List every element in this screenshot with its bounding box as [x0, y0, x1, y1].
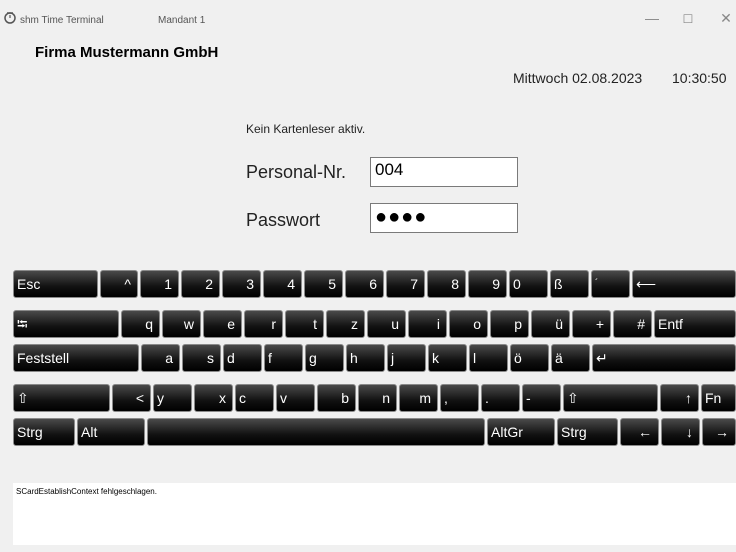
key-acute[interactable]: ´ — [591, 270, 630, 298]
key-ae[interactable]: ä — [551, 344, 590, 372]
message-area: SCardEstablishContext fehlgeschlagen. — [13, 483, 736, 545]
card-reader-status: Kein Kartenleser aktiv. — [246, 122, 366, 136]
key-space[interactable] — [147, 418, 485, 446]
key-shift-right[interactable]: ⇧ — [563, 384, 658, 412]
minimize-icon[interactable]: — — [642, 10, 662, 26]
key-4[interactable]: 4 — [263, 270, 302, 298]
key-a[interactable]: a — [141, 344, 180, 372]
key-up[interactable]: ↑ — [660, 384, 699, 412]
key-period[interactable]: . — [481, 384, 520, 412]
key-3[interactable]: 3 — [222, 270, 261, 298]
maximize-icon[interactable]: ☐ — [678, 12, 698, 26]
current-time: 10:30:50 — [672, 70, 727, 86]
key-capslock[interactable]: Feststell — [13, 344, 139, 372]
key-fn[interactable]: Fn — [701, 384, 736, 412]
key-entf[interactable]: Entf — [654, 310, 736, 338]
key-comma[interactable]: , — [440, 384, 479, 412]
key-enter[interactable]: ↵ — [592, 344, 736, 372]
key-alt[interactable]: Alt — [77, 418, 145, 446]
key-f[interactable]: f — [264, 344, 303, 372]
key-l[interactable]: l — [469, 344, 508, 372]
key-esc[interactable]: Esc — [13, 270, 98, 298]
key-left[interactable]: ← — [620, 418, 659, 446]
key-j[interactable]: j — [387, 344, 426, 372]
key-strg-right[interactable]: Strg — [557, 418, 618, 446]
title-bar: shm Time Terminal Mandant 1 — ☐ ✕ — [0, 0, 736, 40]
app-icon — [4, 12, 16, 24]
key-v[interactable]: v — [276, 384, 315, 412]
close-icon[interactable]: ✕ — [716, 10, 736, 27]
key-e[interactable]: e — [203, 310, 242, 338]
key-d[interactable]: d — [223, 344, 262, 372]
key-tab[interactable]: ⭾ — [13, 310, 119, 338]
key-1[interactable]: 1 — [140, 270, 179, 298]
personal-nr-input[interactable]: 004 — [370, 157, 518, 187]
key-h[interactable]: h — [346, 344, 385, 372]
key-q[interactable]: q — [121, 310, 160, 338]
key-i[interactable]: i — [408, 310, 447, 338]
key-oe[interactable]: ö — [510, 344, 549, 372]
key-6[interactable]: 6 — [345, 270, 384, 298]
key-less-than[interactable]: < — [112, 384, 151, 412]
key-8[interactable]: 8 — [427, 270, 466, 298]
mandant-label: Mandant 1 — [158, 15, 206, 26]
key-o[interactable]: o — [449, 310, 488, 338]
key-hash[interactable]: # — [613, 310, 652, 338]
key-shift-left[interactable]: ⇧ — [13, 384, 110, 412]
key-n[interactable]: n — [358, 384, 397, 412]
key-down[interactable]: ↓ — [661, 418, 700, 446]
key-0[interactable]: 0 — [509, 270, 548, 298]
key-9[interactable]: 9 — [468, 270, 507, 298]
key-2[interactable]: 2 — [181, 270, 220, 298]
key-altgr[interactable]: AltGr — [487, 418, 555, 446]
key-c[interactable]: c — [235, 384, 274, 412]
key-minus[interactable]: - — [522, 384, 561, 412]
on-screen-keyboard: Esc ^ 1 2 3 4 5 6 7 8 9 0 ß ´ ⟵ ⭾ q w e … — [0, 264, 736, 454]
key-k[interactable]: k — [428, 344, 467, 372]
key-u[interactable]: u — [367, 310, 406, 338]
key-caret[interactable]: ^ — [100, 270, 138, 298]
key-s[interactable]: s — [182, 344, 221, 372]
key-7[interactable]: 7 — [386, 270, 425, 298]
personal-nr-label: Personal-Nr. — [246, 162, 347, 182]
key-r[interactable]: r — [244, 310, 283, 338]
key-right[interactable]: → — [702, 418, 736, 446]
current-date: Mittwoch 02.08.2023 — [513, 70, 643, 86]
key-p[interactable]: p — [490, 310, 529, 338]
key-g[interactable]: g — [305, 344, 344, 372]
key-t[interactable]: t — [285, 310, 324, 338]
key-eszett[interactable]: ß — [550, 270, 589, 298]
key-b[interactable]: b — [317, 384, 356, 412]
password-label: Passwort — [246, 210, 321, 230]
key-m[interactable]: m — [399, 384, 438, 412]
key-y[interactable]: y — [153, 384, 192, 412]
company-name: Firma Mustermann GmbH — [35, 44, 219, 61]
key-plus[interactable]: + — [572, 310, 611, 338]
key-strg-left[interactable]: Strg — [13, 418, 75, 446]
message-text: SCardEstablishContext fehlgeschlagen. — [16, 487, 157, 496]
key-backspace[interactable]: ⟵ — [632, 270, 736, 298]
key-w[interactable]: w — [162, 310, 201, 338]
key-ue[interactable]: ü — [531, 310, 570, 338]
key-x[interactable]: x — [194, 384, 233, 412]
window-title: shm Time Terminal — [20, 15, 104, 26]
password-input[interactable]: ●●●● — [370, 203, 518, 233]
key-5[interactable]: 5 — [304, 270, 343, 298]
key-z[interactable]: z — [326, 310, 365, 338]
